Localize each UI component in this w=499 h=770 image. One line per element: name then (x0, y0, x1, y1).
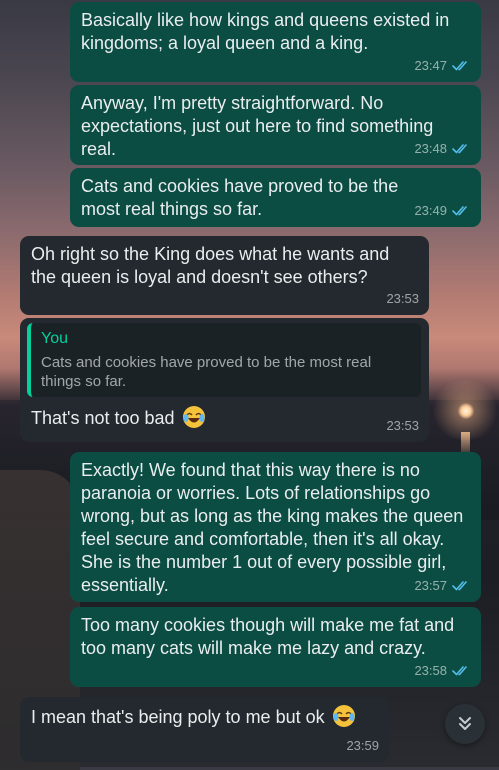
message-meta: 23:47 (414, 54, 471, 77)
message-text-line: I mean that's being poly to me but ok (31, 704, 377, 729)
message-bubble-incoming-reply[interactable]: You Cats and cookies have proved to be t… (20, 318, 429, 442)
message-text: Too many cookies though will make me fat… (81, 615, 455, 658)
message-text: Basically like how kings and queens exis… (81, 10, 450, 53)
message-time: 23:57 (414, 578, 447, 593)
face-with-tears-of-joy-icon (182, 406, 205, 428)
read-receipt-icon (452, 61, 467, 71)
read-receipt-icon (452, 206, 467, 216)
message-time: 23:49 (414, 203, 447, 218)
message-bubble-outgoing[interactable]: Cats and cookies have proved to be the m… (70, 168, 481, 227)
message-meta: 23:59 (346, 734, 379, 757)
message-text: I mean that's being poly to me but ok (31, 707, 325, 727)
face-with-tears-of-joy-icon (332, 705, 355, 727)
message-meta: 23:49 (414, 199, 471, 222)
message-meta: 23:48 (414, 137, 471, 160)
message-meta: 23:57 (414, 574, 471, 597)
double-chevron-down-icon (459, 717, 471, 730)
message-time: 23:53 (386, 291, 419, 306)
message-text: Oh right so the King does what he wants … (31, 244, 390, 287)
read-receipt-icon (452, 666, 467, 676)
message-bubble-outgoing[interactable]: Anyway, I'm pretty straightforward. No e… (70, 85, 481, 165)
message-meta: 23:58 (414, 659, 471, 682)
read-receipt-icon (452, 581, 467, 591)
quoted-text: Cats and cookies have proved to be the m… (41, 354, 372, 390)
message-time: 23:53 (386, 418, 419, 433)
message-bubble-outgoing[interactable]: Basically like how kings and queens exis… (70, 2, 481, 82)
quoted-author: You (41, 330, 68, 347)
read-receipt-icon (452, 144, 467, 154)
message-time: 23:47 (414, 58, 447, 73)
message-bubble-incoming[interactable]: I mean that's being poly to me but ok 23… (20, 697, 389, 762)
message-time: 23:59 (346, 738, 379, 753)
message-meta: 23:53 (386, 414, 419, 437)
scroll-to-bottom-button[interactable] (445, 704, 485, 744)
message-text: Anyway, I'm pretty straightforward. No e… (81, 93, 434, 159)
message-meta: 23:53 (386, 287, 419, 310)
message-bubble-outgoing[interactable]: Too many cookies though will make me fat… (70, 607, 481, 687)
wallpaper-sun (458, 403, 474, 419)
message-bubble-outgoing[interactable]: Exactly! We found that this way there is… (70, 452, 481, 602)
message-text-line: That's not too bad (31, 405, 417, 430)
quoted-message[interactable]: You Cats and cookies have proved to be t… (27, 323, 421, 397)
message-text: That's not too bad (31, 408, 175, 428)
message-text: Exactly! We found that this way there is… (81, 460, 464, 595)
message-time: 23:48 (414, 141, 447, 156)
message-time: 23:58 (414, 663, 447, 678)
message-bubble-incoming[interactable]: Oh right so the King does what he wants … (20, 236, 429, 315)
message-text: Cats and cookies have proved to be the m… (81, 176, 399, 219)
